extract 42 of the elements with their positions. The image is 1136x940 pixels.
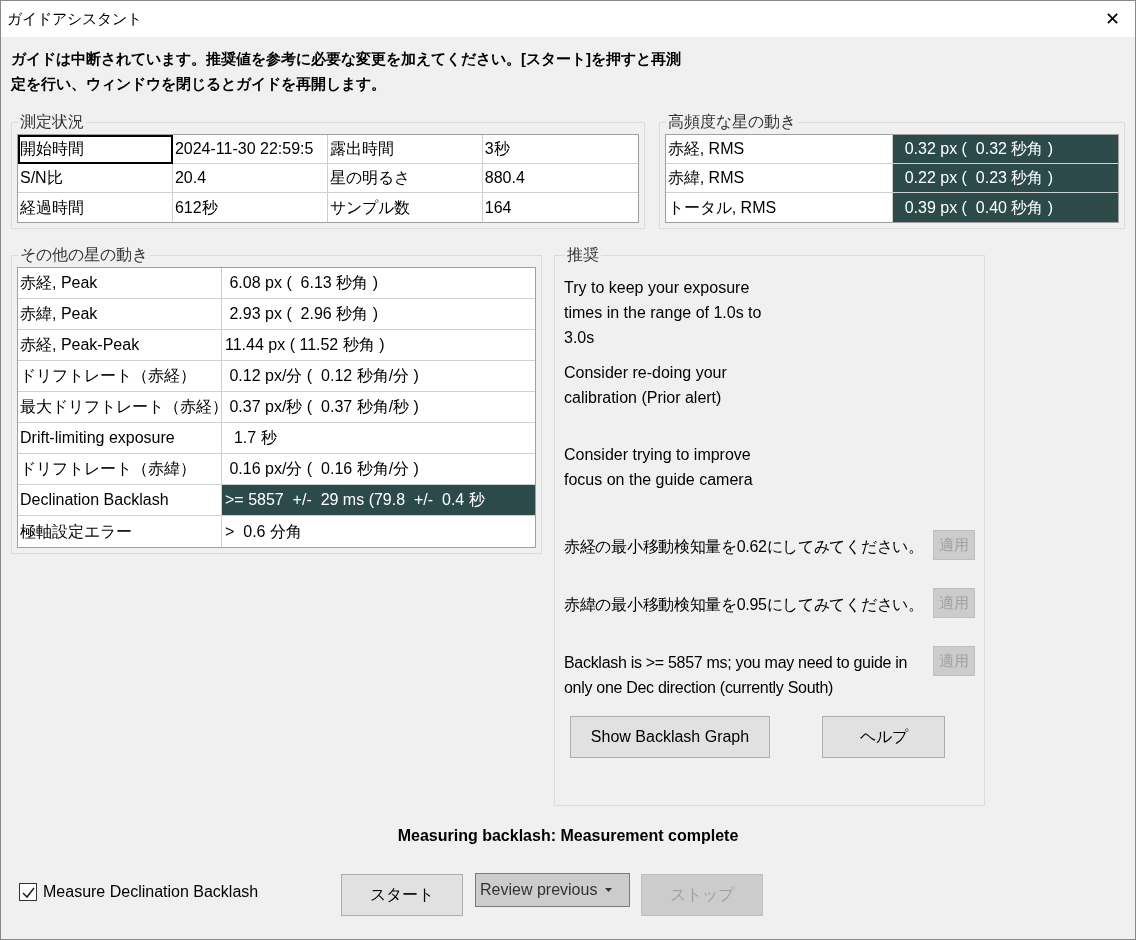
checkbox-label: Measure Declination Backlash — [43, 882, 259, 902]
table-cell: 露出時間 — [327, 135, 483, 164]
table-cell: トータル, RMS — [665, 193, 893, 222]
table-cell: >= 5857 +/- 29 ms (79.8 +/- 0.4 秒 — [222, 485, 535, 515]
table-cell: 開始時間 — [18, 135, 173, 164]
table-cell: 0.39 px ( 0.40 秒角 ) — [892, 193, 1118, 222]
backlash-graph-button[interactable]: Show Backlash Graph — [570, 716, 770, 758]
recommendation-text: Consider trying to improve focus on the guide camera — [564, 445, 754, 490]
table-cell: 0.22 px ( 0.23 秒角 ) — [892, 164, 1118, 192]
table-cell: 星の明るさ — [327, 164, 483, 193]
help-button[interactable]: ヘルプ — [822, 716, 945, 758]
recommendation-text: Try to keep your exposure times in the range of 1.0s to 3.0s — [564, 278, 763, 348]
recommendation-text: Backlash is >= 5857 ms; you may need to guide in only one Dec direction (currently South) — [564, 653, 909, 698]
group-title: 測定状況 — [19, 112, 85, 132]
table-cell: S/N比 — [18, 164, 173, 193]
checkbox[interactable] — [19, 883, 37, 901]
instruction-text: ガイドは中断されています。推奨値を参考に必要な変更を加えてください。[スタート]を押すと再測定を行い、ウィンドウを閉じるとガイドを再開します。 — [10, 49, 682, 94]
group-title: 推奨 — [566, 245, 600, 265]
table-cell-text: 164 — [483, 197, 513, 218]
group-title: その他の星の動き — [19, 245, 149, 265]
table-cell: 880.4 — [482, 164, 638, 193]
checkmark-icon — [21, 886, 35, 898]
window-title: ガイドアシスタント — [6, 8, 142, 29]
review-dropdown[interactable]: Review previous — [475, 873, 630, 907]
table-cell: 612秒 — [172, 193, 328, 222]
table-cell: 20.4 — [172, 164, 328, 193]
start-button[interactable]: スタート — [341, 874, 463, 916]
table-cell: 2024-11-30 22:59:5 — [172, 135, 328, 164]
caret-icon — [605, 888, 613, 892]
table-cell: 赤緯, RMS — [665, 164, 893, 192]
recommendation-text: 赤緯の最小移動検知量を0.95にしてみてください。 — [564, 595, 924, 615]
group-title: 高頻度な星の動き — [666, 112, 797, 132]
status-text: Measuring backlash: Measurement complete — [396, 826, 740, 846]
table-cell: 赤経, RMS — [665, 135, 893, 163]
close-button[interactable]: ✕ — [1089, 1, 1135, 37]
backlash-checkbox[interactable]: Measure Declination Backlash — [19, 880, 341, 904]
recommendation-text: Consider re-doing your calibration (Prior alert) — [564, 363, 728, 408]
table-cell: 0.32 px ( 0.32 秒角 ) — [892, 135, 1118, 163]
table-cell: 経過時間 — [18, 193, 173, 222]
table-cell: 3秒 — [482, 135, 638, 164]
table-cell: サンプル数 — [327, 193, 483, 222]
recommendation-text: 赤経の最小移動検知量を0.62にしてみてください。 — [564, 537, 924, 557]
